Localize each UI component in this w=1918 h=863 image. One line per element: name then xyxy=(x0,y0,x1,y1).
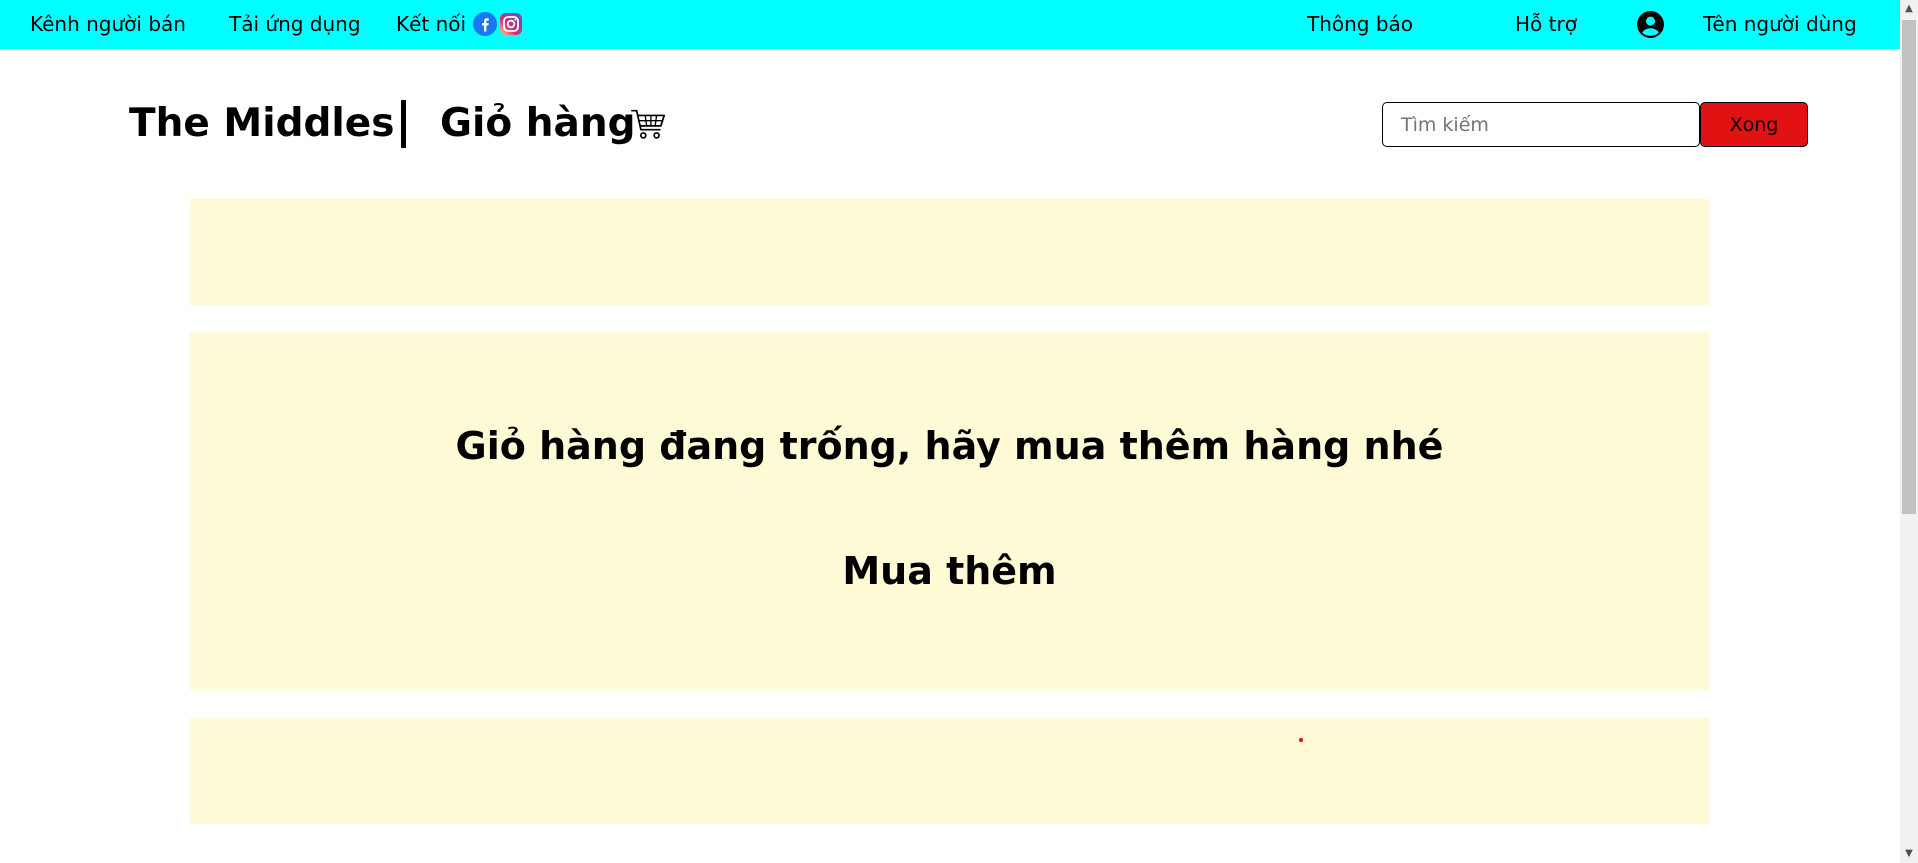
facebook-icon[interactable] xyxy=(473,12,497,36)
cart-bottom-panel xyxy=(190,718,1709,824)
page-title: Giỏ hàng xyxy=(440,101,636,146)
instagram-icon[interactable] xyxy=(499,12,523,36)
vertical-scrollbar[interactable]: ▲ ▼ xyxy=(1900,0,1918,863)
seller-channel-link[interactable]: Kênh người bán xyxy=(30,12,186,36)
search-submit-button[interactable]: Xong xyxy=(1700,102,1808,147)
page-header: The Middles Giỏ hàng Xong xyxy=(0,49,1900,199)
top-bar: Kênh người bán Tải ứng dụng Kết nối Thôn… xyxy=(0,0,1900,49)
user-circle-icon[interactable] xyxy=(1637,11,1664,38)
scroll-up-arrow-icon[interactable]: ▲ xyxy=(1900,0,1918,18)
connect-label: Kết nối xyxy=(396,12,467,36)
username-link[interactable]: Tên người dùng xyxy=(1703,12,1857,36)
scrollbar-thumb[interactable] xyxy=(1902,20,1916,514)
scroll-down-arrow-icon[interactable]: ▼ xyxy=(1900,845,1918,863)
header-divider xyxy=(401,100,406,148)
buy-more-link[interactable]: Mua thêm xyxy=(842,549,1056,593)
empty-cart-message: Giỏ hàng đang trống, hãy mua thêm hàng n… xyxy=(455,424,1444,468)
buy-more-container: Mua thêm xyxy=(190,548,1709,594)
notifications-link[interactable]: Thông báo xyxy=(1307,12,1413,36)
cart-empty-panel: Giỏ hàng đang trống, hãy mua thêm hàng n… xyxy=(190,332,1709,690)
search-input[interactable] xyxy=(1382,102,1700,147)
support-link[interactable]: Hỗ trợ xyxy=(1515,12,1577,36)
cart-top-panel xyxy=(190,199,1709,305)
brand-logo-text[interactable]: The Middles xyxy=(129,102,394,146)
red-dot-marker xyxy=(1299,738,1303,742)
shopping-cart-icon xyxy=(631,109,666,139)
download-app-link[interactable]: Tải ứng dụng xyxy=(229,12,361,36)
